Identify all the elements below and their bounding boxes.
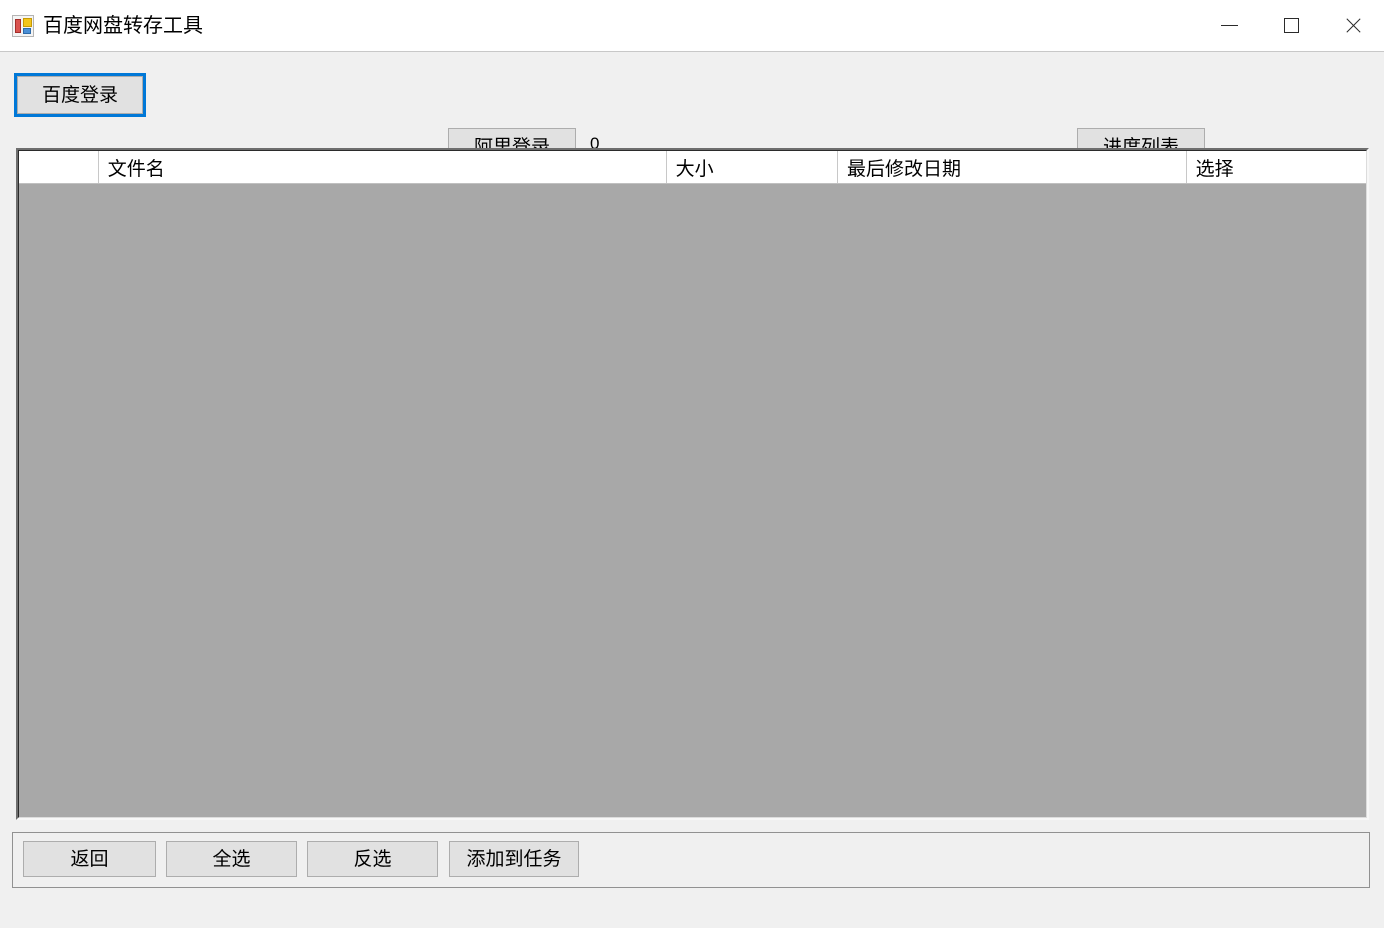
maximize-icon (1283, 18, 1299, 33)
file-list-view[interactable]: 文件名 大小 最后修改日期 选择 (16, 148, 1369, 820)
window-controls (1198, 0, 1384, 51)
column-header-checkbox[interactable] (19, 151, 99, 183)
minimize-icon (1220, 25, 1238, 26)
column-header-modified-date[interactable]: 最后修改日期 (837, 151, 1187, 183)
app-icon-yellow-shape (23, 17, 32, 27)
title-bar-left: 百度网盘转存工具 (12, 0, 203, 51)
baidu-login-button[interactable]: 百度登录 (14, 73, 146, 117)
file-list-body[interactable] (19, 184, 1366, 817)
app-icon-red-shape (15, 18, 21, 33)
file-list-view-inner: 文件名 大小 最后修改日期 选择 (18, 150, 1367, 818)
maximize-button[interactable] (1260, 0, 1322, 51)
close-button[interactable] (1322, 0, 1384, 51)
bottom-action-panel: 返回 全选 反选 添加到任务 (12, 832, 1370, 888)
close-icon (1344, 16, 1363, 35)
window-title: 百度网盘转存工具 (43, 14, 203, 37)
toolbar: 百度登录 阿里登录 0 进度列表 (0, 52, 1384, 166)
app-icon (12, 14, 34, 37)
column-header-size[interactable]: 大小 (666, 151, 838, 183)
app-icon-blue-shape (23, 27, 31, 34)
file-list-header-row: 文件名 大小 最后修改日期 选择 (19, 151, 1366, 184)
column-header-filename[interactable]: 文件名 (98, 151, 667, 183)
back-button[interactable]: 返回 (23, 841, 156, 877)
title-bar: 百度网盘转存工具 (0, 0, 1384, 52)
add-to-task-button[interactable]: 添加到任务 (449, 841, 579, 877)
select-all-button[interactable]: 全选 (166, 841, 297, 877)
column-header-select[interactable]: 选择 (1186, 151, 1366, 183)
minimize-button[interactable] (1198, 0, 1260, 51)
invert-selection-button[interactable]: 反选 (307, 841, 438, 877)
